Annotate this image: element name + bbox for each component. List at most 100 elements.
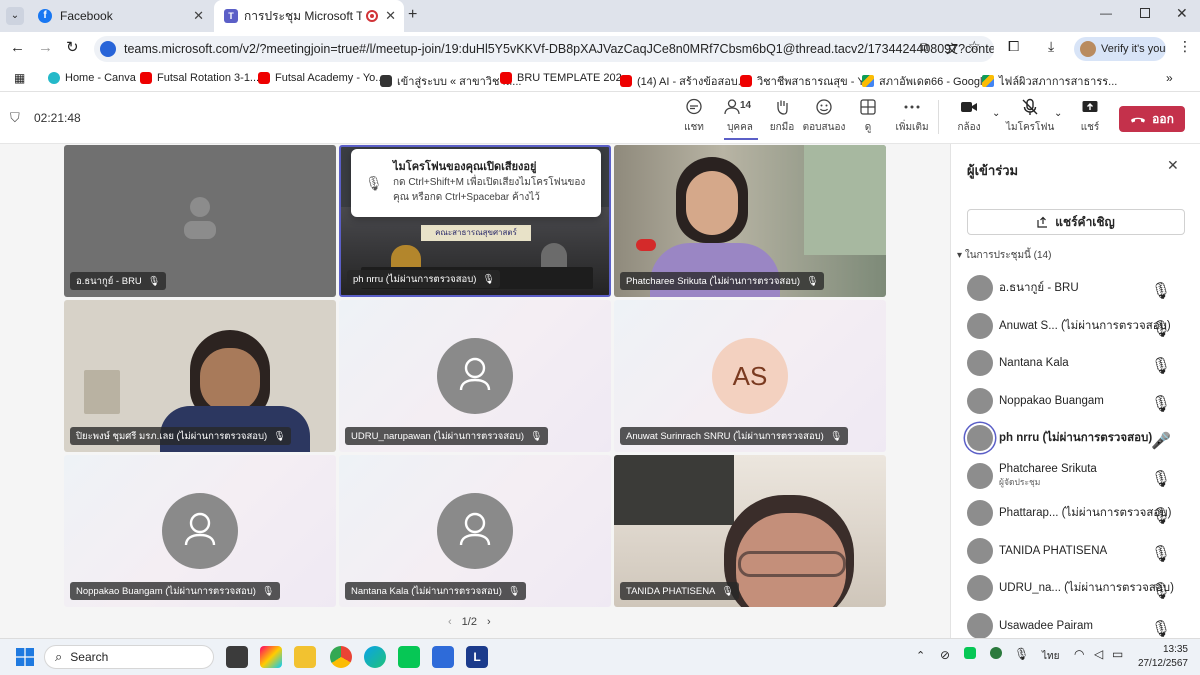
close-tab-icon[interactable]: ✕: [385, 8, 396, 24]
participant-name: Nantana Kala: [999, 357, 1069, 369]
video-tile[interactable]: Nantana Kala (ไม่ผ่านการตรวจสอบ) 🎙: [339, 455, 611, 607]
file-explorer-icon[interactable]: [294, 646, 316, 668]
video-tile[interactable]: AS Anuwat Surinrach SNRU (ไม่ผ่านการตรวจ…: [614, 300, 886, 452]
leave-label: ออก: [1152, 111, 1174, 126]
profile-button[interactable]: Verify it's you: [1074, 37, 1166, 61]
app-l-icon[interactable]: L: [466, 646, 488, 668]
line-tray-icon[interactable]: [964, 647, 976, 659]
glasses: [738, 551, 846, 577]
avatar: [967, 275, 993, 301]
close-icon[interactable]: ✕: [1167, 157, 1179, 174]
chevron-right-icon[interactable]: ›: [487, 616, 491, 628]
browser-tab-strip: ⌄ f Facebook ✕ T การประชุม Microsoft Tea…: [0, 0, 1200, 32]
participant-name: Noppakao Buangam: [999, 395, 1104, 407]
chrome-icon[interactable]: [330, 646, 352, 668]
bookmark-star-icon[interactable]: ☆: [968, 38, 981, 55]
close-tab-icon[interactable]: ✕: [193, 8, 204, 24]
share-invite-button[interactable]: แชร์คำเชิญ: [967, 209, 1185, 235]
video-tile[interactable]: UDRU_narupawan (ไม่ผ่านการตรวจสอบ) 🎙: [339, 300, 611, 452]
install-app-icon[interactable]: ⧉: [920, 40, 929, 55]
taskbar-search-box[interactable]: ⌕ Search: [44, 645, 214, 669]
store-icon[interactable]: [432, 646, 454, 668]
forward-arrow-icon[interactable]: →: [38, 39, 53, 56]
toast-body: กด Ctrl+Shift+M เพื่อเปิดเสียงไมโครโฟนขอ…: [393, 177, 586, 203]
video-tile[interactable]: อ.ธนากูย์ - BRU 🎙: [64, 145, 336, 297]
download-icon[interactable]: ⤓: [1048, 38, 1054, 55]
leave-button[interactable]: ออก: [1119, 106, 1185, 132]
tab-teams-meeting[interactable]: T การประชุม Microsoft Teams | ✕: [214, 0, 404, 32]
battery-icon[interactable]: ▭: [1112, 647, 1123, 661]
bookmark-futsal-academy[interactable]: Futsal Academy - Yo...: [258, 72, 384, 84]
new-tab-button[interactable]: +: [408, 6, 417, 24]
default-avatar: [437, 493, 513, 569]
video-tile[interactable]: Phatcharee Srikuta (ไม่ผ่านการตรวจสอบ) 🎙: [614, 145, 886, 297]
bookmark-ai[interactable]: (14) AI - สร้างข้อสอบ...: [620, 72, 747, 90]
bookmark-futsal-rotation[interactable]: Futsal Rotation 3-1...: [140, 72, 259, 84]
tab-search-button[interactable]: ⌄: [6, 7, 24, 25]
back-arrow-icon[interactable]: ←: [10, 39, 25, 56]
bookmark-label: Futsal Academy - Yo...: [275, 72, 385, 84]
tab-facebook[interactable]: f Facebook ✕: [28, 0, 212, 32]
raise-hand-button[interactable]: ยกมือ: [758, 98, 806, 135]
participant-row-speaking[interactable]: ph nrru (ไม่ผ่านการตรวจสอบ) 🎤: [967, 420, 1193, 456]
bookmark-council-files[interactable]: ไฟล์ผิวสภาการสาธารร...: [982, 72, 1117, 90]
network-blocked-icon[interactable]: ⊘: [940, 648, 950, 662]
clock[interactable]: 13:35 27/12/2567: [1136, 643, 1188, 671]
emoji-icon: [816, 99, 832, 115]
participant-name-tag: TANIDA PHATISENA 🎙: [620, 582, 740, 600]
view-button[interactable]: ดู: [844, 98, 892, 135]
edge-icon[interactable]: [364, 646, 386, 668]
people-button[interactable]: 14 บุคคล: [716, 98, 764, 140]
wifi-icon[interactable]: ◠: [1074, 647, 1084, 661]
participant-row[interactable]: Phattarap... (ไม่ผ่านการตรวจสอบ) 🎙: [967, 495, 1193, 531]
bookmark-canva[interactable]: Home - Canva: [48, 72, 136, 84]
line-icon[interactable]: [398, 646, 420, 668]
share-button[interactable]: แชร์: [1066, 98, 1114, 135]
participant-row[interactable]: Nantana Kala 🎙: [967, 345, 1193, 381]
participant-row[interactable]: อ.ธนากูย์ - BRU 🎙: [967, 270, 1193, 306]
task-view-icon[interactable]: [226, 646, 248, 668]
minimize-window-button[interactable]: —: [1100, 6, 1112, 20]
extensions-icon[interactable]: ⧠: [1008, 38, 1019, 55]
reload-icon[interactable]: ↻: [66, 38, 79, 56]
camera-options-chevron-icon[interactable]: ⌄: [992, 108, 1000, 119]
meeting-section-header[interactable]: ▾ ในการประชุมนี้ (14): [957, 248, 1051, 263]
participant-row[interactable]: Noppakao Buangam 🎙: [967, 383, 1193, 419]
more-bookmarks-icon[interactable]: »: [1166, 71, 1173, 85]
video-tile[interactable]: ปิยะพงษ์ ชุมศรี มรภ.เลย (ไม่ผ่านการตรวจส…: [64, 300, 336, 452]
language-indicator[interactable]: ไทย: [1042, 649, 1059, 664]
camera-button[interactable]: กล้อง: [945, 98, 993, 135]
participant-row[interactable]: Phatcharee Srikuta ผู้จัดประชุม 🎙: [967, 458, 1193, 494]
bookmark-public-health[interactable]: วิชาชีพสาธารณสุข - Y...: [740, 72, 873, 90]
close-window-button[interactable]: ✕: [1176, 5, 1188, 22]
mic-button[interactable]: ไมโครโฟน: [1006, 98, 1054, 135]
more-button[interactable]: เพิ่มเติม: [888, 98, 936, 135]
participant-name: Anuwat S... (ไม่ผ่านการตรวจสอบ): [999, 320, 1171, 332]
mic-off-icon: 🎙: [1150, 546, 1171, 563]
video-tile[interactable]: Noppakao Buangam (ไม่ผ่านการตรวจสอบ) 🎙: [64, 455, 336, 607]
participant-row[interactable]: TANIDA PHATISENA 🎙: [967, 533, 1193, 569]
translate-icon[interactable]: 文: [946, 40, 958, 57]
chevron-up-icon[interactable]: ⌃: [916, 649, 925, 662]
address-bar[interactable]: teams.microsoft.com/v2/?meetingjoin=true…: [94, 36, 994, 62]
react-button[interactable]: ตอบสนอง: [800, 98, 848, 135]
participant-row[interactable]: UDRU_na... (ไม่ผ่านการตรวจสอบ) 🎙: [967, 570, 1193, 606]
security-tray-icon[interactable]: [990, 647, 1002, 659]
bookmark-council-update[interactable]: สภาอัพเดต66 - Googl...: [862, 72, 992, 90]
mic-on-icon: 🎤: [1151, 433, 1171, 450]
mic-options-chevron-icon[interactable]: ⌄: [1054, 108, 1062, 119]
mic-tray-icon[interactable]: 🎙: [1014, 647, 1029, 661]
windows-start-icon[interactable]: [16, 648, 34, 666]
apps-grid-icon[interactable]: ▦: [14, 71, 25, 85]
video-tile[interactable]: TANIDA PHATISENA 🎙: [614, 455, 886, 607]
chevron-left-icon[interactable]: ‹: [448, 616, 452, 628]
volume-icon[interactable]: ◁: [1094, 647, 1103, 661]
copilot-icon[interactable]: [260, 646, 282, 668]
participant-row[interactable]: Anuwat S... (ไม่ผ่านการตรวจสอบ) 🎙: [967, 308, 1193, 344]
video-tile[interactable]: คณะสาธารณสุขศาสตร์ 🎙 ไมโครโฟนของคุณเปิดเ…: [339, 145, 611, 297]
chat-button[interactable]: แชท: [670, 98, 718, 135]
restore-window-button[interactable]: [1140, 8, 1150, 18]
kebab-menu-icon[interactable]: ⋮: [1178, 38, 1192, 55]
mic-off-icon: 🎙: [147, 275, 160, 287]
bookmark-bru-template[interactable]: BRU TEMPLATE 202...: [500, 72, 631, 84]
